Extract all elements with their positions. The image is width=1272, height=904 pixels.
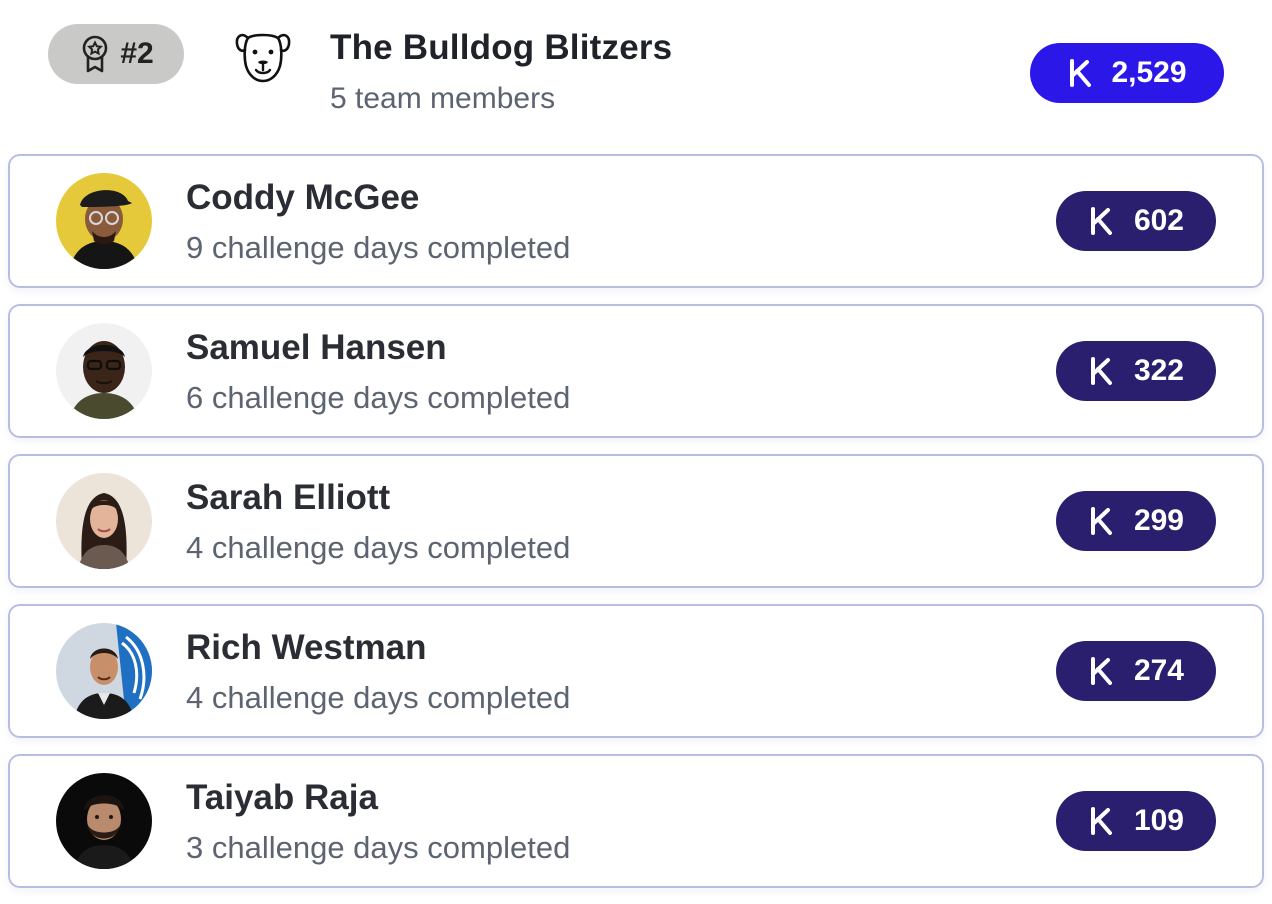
- member-name: Sarah Elliott: [186, 478, 391, 517]
- k-points-icon: [1070, 59, 1092, 87]
- team-score-badge: 2,529: [1030, 43, 1224, 103]
- k-points-icon: [1090, 657, 1112, 685]
- member-score-badge: 322: [1055, 341, 1216, 401]
- member-name: Taiyab Raja: [186, 778, 378, 817]
- member-score: 602: [1133, 204, 1184, 237]
- member-name: Rich Westman: [186, 628, 427, 667]
- bulldog-icon: [235, 33, 291, 83]
- member-row[interactable]: Samuel Hansen 6 challenge days completed…: [8, 304, 1264, 438]
- member-score-badge: 274: [1055, 641, 1216, 701]
- member-score-badge: 109: [1055, 791, 1216, 851]
- member-score: 274: [1133, 654, 1184, 687]
- member-challenge-days: 9 challenge days completed: [186, 230, 571, 265]
- member-score-badge: 299: [1055, 491, 1216, 551]
- member-name: Samuel Hansen: [186, 328, 447, 367]
- member-challenge-days: 6 challenge days completed: [186, 380, 571, 415]
- team-rank-badge: #2: [48, 24, 184, 84]
- member-challenge-days: 4 challenge days completed: [186, 680, 571, 715]
- member-challenge-days: 4 challenge days completed: [186, 530, 571, 565]
- team-score: 2,529: [1111, 56, 1187, 89]
- member-row[interactable]: Rich Westman 4 challenge days completed …: [8, 604, 1264, 738]
- team-header: #2 The Bulldog Blitzers 5 team members 2…: [0, 0, 1272, 150]
- k-points-icon: [1090, 807, 1112, 835]
- member-row[interactable]: Coddy McGee 9 challenge days completed 6…: [8, 154, 1264, 288]
- member-name: Coddy McGee: [186, 178, 420, 217]
- member-score-badge: 602: [1055, 191, 1216, 251]
- team-rank: #2: [120, 37, 154, 70]
- member-score: 109: [1133, 804, 1184, 837]
- avatar: [56, 323, 152, 419]
- member-score: 299: [1133, 504, 1184, 537]
- member-row[interactable]: Taiyab Raja 3 challenge days completed 1…: [8, 754, 1264, 888]
- k-points-icon: [1090, 507, 1112, 535]
- member-row[interactable]: Sarah Elliott 4 challenge days completed…: [8, 454, 1264, 588]
- avatar: [56, 473, 152, 569]
- k-points-icon: [1090, 357, 1112, 385]
- award-ribbon-icon: [83, 35, 108, 73]
- k-points-icon: [1090, 207, 1112, 235]
- member-score: 322: [1133, 354, 1184, 387]
- team-member-count: 5 team members: [330, 82, 556, 115]
- avatar: [56, 623, 152, 719]
- avatar: [56, 173, 152, 269]
- team-name: The Bulldog Blitzers: [330, 28, 673, 67]
- member-challenge-days: 3 challenge days completed: [186, 830, 571, 865]
- avatar: [56, 773, 152, 869]
